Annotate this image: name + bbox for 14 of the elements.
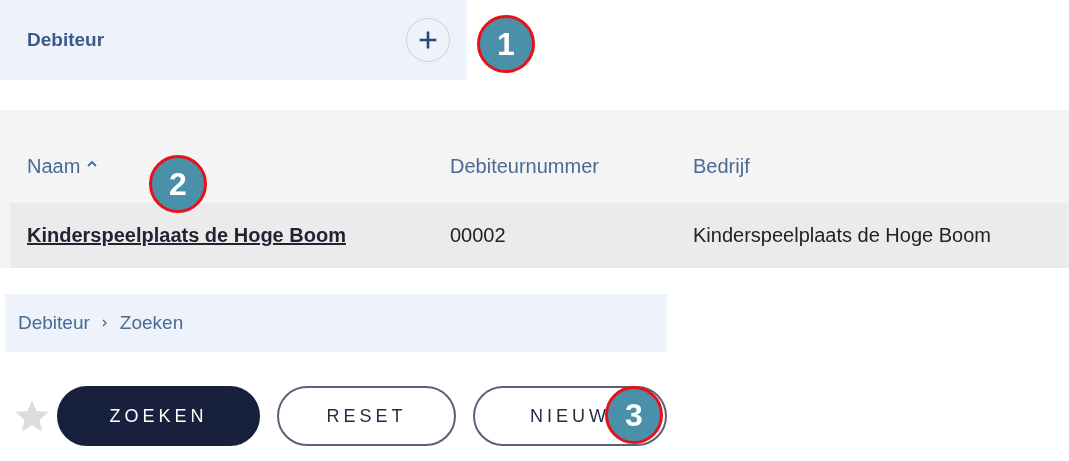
breadcrumb-item: Zoeken [119,312,184,334]
panel-title: Debiteur [27,29,105,51]
star-icon[interactable] [14,398,50,434]
table-cell-text: 00002 [450,224,507,247]
action-button[interactable]: RESET [277,386,456,446]
callout-number: 1 [477,15,535,73]
breadcrumb-item[interactable]: Debiteur [18,312,90,334]
action-button[interactable]: ZOEKEN [57,386,260,446]
callout-number: 2 [149,155,207,213]
table-cell-text: Kinderspeelplaats de Hoge Boom [693,224,992,247]
table-row[interactable]: Kinderspeelplaats de Hoge Boom 00002 Kinderspeelplaats de Hoge Boom [10,203,1069,268]
column-header[interactable]: Debiteurnummer [450,155,693,178]
column-header[interactable]: Bedrijf [693,155,1069,178]
name-link[interactable]: Kinderspeelplaats de Hoge Boom [27,224,450,247]
